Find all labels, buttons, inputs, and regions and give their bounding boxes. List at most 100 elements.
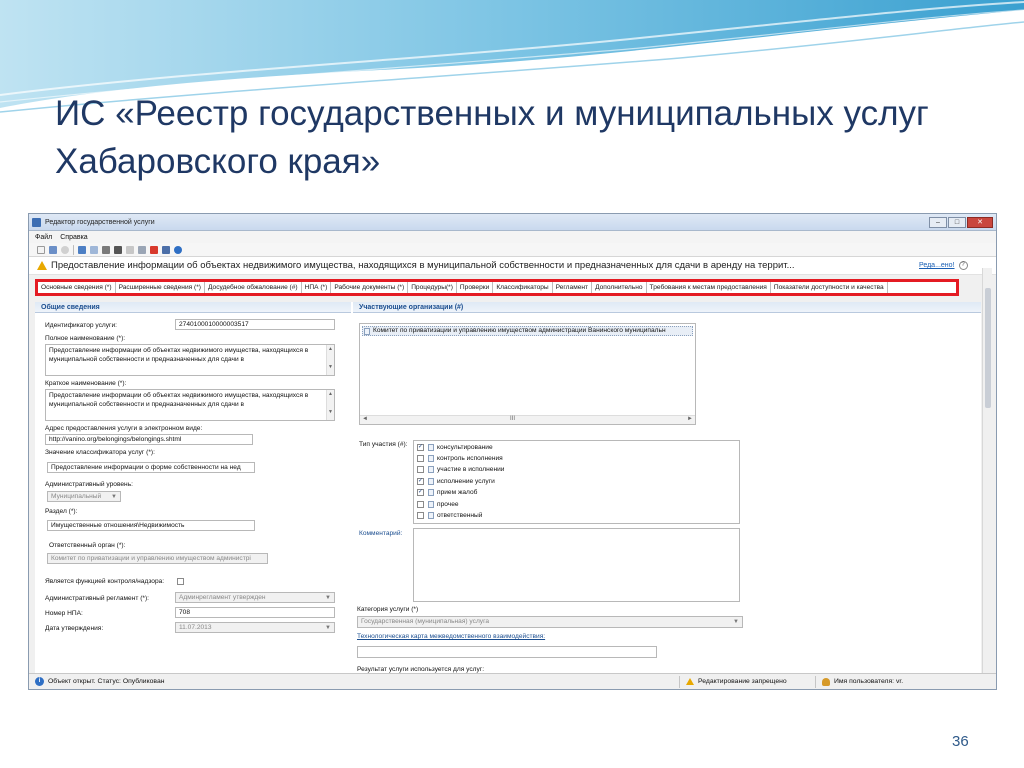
reglament-value: Админрегламент утвержден: [179, 594, 266, 601]
category-value: Государственная (муниципальная) услуга: [361, 618, 490, 625]
reglament-select[interactable]: Админрегламент утвержден ▼: [175, 592, 335, 603]
window-controls: – □ ✕: [929, 216, 996, 228]
tab-procedures[interactable]: Процедуры(*): [408, 282, 457, 293]
participation-checkbox[interactable]: ✓: [417, 444, 424, 451]
comment-field[interactable]: [413, 528, 740, 602]
participation-checkbox[interactable]: ✓: [417, 489, 424, 496]
approval-date-field[interactable]: 11.07.2013 ▼: [175, 622, 335, 633]
preview-icon[interactable]: [90, 245, 98, 254]
reglament-label: Административный регламент (*):: [45, 595, 149, 602]
general-info-header: Общие сведения: [35, 302, 351, 313]
tab-extended-info[interactable]: Расширенные сведения (*): [116, 282, 205, 293]
e-url-label: Адрес предоставления услуги в электронно…: [45, 425, 203, 432]
new-doc-icon[interactable]: [37, 245, 45, 254]
tab-regulation[interactable]: Регламент: [553, 282, 593, 293]
responsible-field[interactable]: Комитет по приватизации и управлению иму…: [47, 553, 268, 564]
admin-level-label: Административный уровень:: [45, 481, 133, 488]
edit-status-link[interactable]: Реда...ено!: [919, 262, 955, 269]
window-titlebar[interactable]: Редактор государственной услуги – □ ✕: [29, 214, 996, 231]
chevron-down-icon: ▼: [325, 625, 331, 631]
short-name-scrollbar[interactable]: ▲ ▼: [326, 390, 334, 420]
npa-number-field[interactable]: 708: [175, 607, 335, 618]
minimize-button[interactable]: –: [929, 216, 947, 228]
info-icon: i: [35, 677, 44, 686]
help-toolbar-icon[interactable]: [174, 245, 182, 254]
tab-checks[interactable]: Проверки: [457, 282, 494, 293]
tab-work-documents[interactable]: Рабочие документы (*): [331, 282, 409, 293]
control-function-checkbox[interactable]: [177, 578, 184, 585]
participation-checkbox[interactable]: [417, 501, 424, 508]
participation-checkbox[interactable]: [417, 512, 424, 519]
participation-checkbox[interactable]: ✓: [417, 478, 424, 485]
refresh-icon[interactable]: [61, 245, 69, 254]
tab-npa[interactable]: НПА (*): [302, 282, 332, 293]
document-icon: [428, 466, 434, 473]
delete-icon[interactable]: [114, 245, 122, 254]
tab-main-info[interactable]: Основные сведения (*): [38, 282, 116, 293]
short-name-label: Краткое наименование (*):: [45, 380, 127, 387]
document-icon: [428, 455, 434, 462]
menu-file[interactable]: Файл: [35, 234, 52, 241]
organization-name: Комитет по приватизации и управлению иму…: [373, 327, 666, 334]
status-opened-text: Объект открыт. Статус: Опубликован: [48, 678, 165, 685]
scroll-right-icon[interactable]: ►: [687, 416, 693, 422]
result-usage-label: Результат услуги используется для услуг:: [357, 666, 485, 673]
publish-icon[interactable]: [162, 245, 170, 254]
tab-classifiers[interactable]: Классификаторы: [493, 282, 553, 293]
participation-type-label: Тип участия (#):: [359, 441, 408, 448]
save-icon[interactable]: [49, 245, 57, 254]
statusbar: i Объект открыт. Статус: Опубликован Ред…: [29, 673, 996, 689]
close-button[interactable]: ✕: [967, 216, 993, 228]
short-name-field[interactable]: Предоставление информации об объектах не…: [45, 389, 335, 421]
attach-icon[interactable]: [138, 245, 146, 254]
service-id-label: Идентификатор услуги:: [45, 322, 117, 329]
service-id-field[interactable]: 2740100010000003517: [175, 319, 335, 330]
form-content: Общие сведения Идентификатор услуги: 274…: [35, 302, 981, 674]
category-label: Категория услуги (*): [357, 606, 419, 613]
tab-additional[interactable]: Дополнительно: [592, 282, 647, 293]
section-field[interactable]: Имущественные отношения\Недвижимость: [47, 520, 255, 531]
tab-place-requirements[interactable]: Требования к местам предоставления: [647, 282, 771, 293]
scroll-left-icon[interactable]: ◄: [362, 416, 368, 422]
slide-title-line1: ИС «Реестр государственных и муниципальн…: [55, 94, 929, 133]
participation-checkbox[interactable]: [417, 466, 424, 473]
menu-help[interactable]: Справка: [60, 234, 87, 241]
admin-level-select[interactable]: Муниципальный ▼: [47, 491, 121, 502]
document-icon: [364, 328, 370, 335]
maximize-button[interactable]: □: [948, 216, 966, 228]
print-icon[interactable]: [78, 245, 86, 254]
user-icon: [822, 677, 830, 686]
chevron-down-icon: ▼: [733, 619, 739, 625]
document-icon: [428, 444, 434, 451]
e-url-field[interactable]: http://vanino.org/belongings/belongings.…: [45, 434, 253, 445]
classifier-label: Значение классификатора услуг (*):: [45, 449, 155, 456]
copy-icon[interactable]: [126, 245, 134, 254]
techmap-link[interactable]: Технологическая карта межведомственного …: [357, 633, 545, 640]
tab-quality-indicators[interactable]: Показатели доступности и качества: [771, 282, 888, 293]
admin-level-value: Муниципальный: [51, 493, 102, 500]
participation-type-list: ✓ консультирование контроль исполнения у…: [413, 440, 740, 524]
pdf-icon[interactable]: [150, 245, 158, 254]
techmap-field[interactable]: [357, 646, 657, 658]
status-edit-text: Редактирование запрещено: [698, 678, 787, 685]
organizations-hscrollbar[interactable]: ◄ III ►: [360, 415, 695, 424]
classifier-field[interactable]: Предоставление информации о форме собств…: [47, 462, 255, 473]
document-icon: [428, 512, 434, 519]
full-name-field[interactable]: Предоставление информации об объектах не…: [45, 344, 335, 376]
help-icon[interactable]: ?: [958, 261, 968, 270]
slide: ИС «Реестр государственных и муниципальн…: [0, 0, 1024, 768]
chevron-down-icon: ▼: [325, 595, 331, 601]
full-name-scrollbar[interactable]: ▲ ▼: [326, 345, 334, 375]
tab-pretrial-appeal[interactable]: Досудебное обжалование (#): [205, 282, 302, 293]
category-select[interactable]: Государственная (муниципальная) услуга ▼: [357, 616, 743, 628]
scroll-thumb[interactable]: [985, 288, 991, 408]
participation-checkbox[interactable]: [417, 455, 424, 462]
npa-number-label: Номер НПА:: [45, 610, 83, 617]
participation-label: контроль исполнения: [437, 455, 503, 462]
organization-list-item[interactable]: Комитет по приватизации и управлению иму…: [362, 326, 693, 336]
participation-label: прочее: [437, 501, 459, 508]
form-vscrollbar[interactable]: [982, 268, 992, 674]
export-icon[interactable]: [102, 245, 110, 254]
document-header: Предоставление информации об объектах не…: [29, 257, 996, 275]
organizations-list[interactable]: Комитет по приватизации и управлению иму…: [359, 323, 696, 425]
